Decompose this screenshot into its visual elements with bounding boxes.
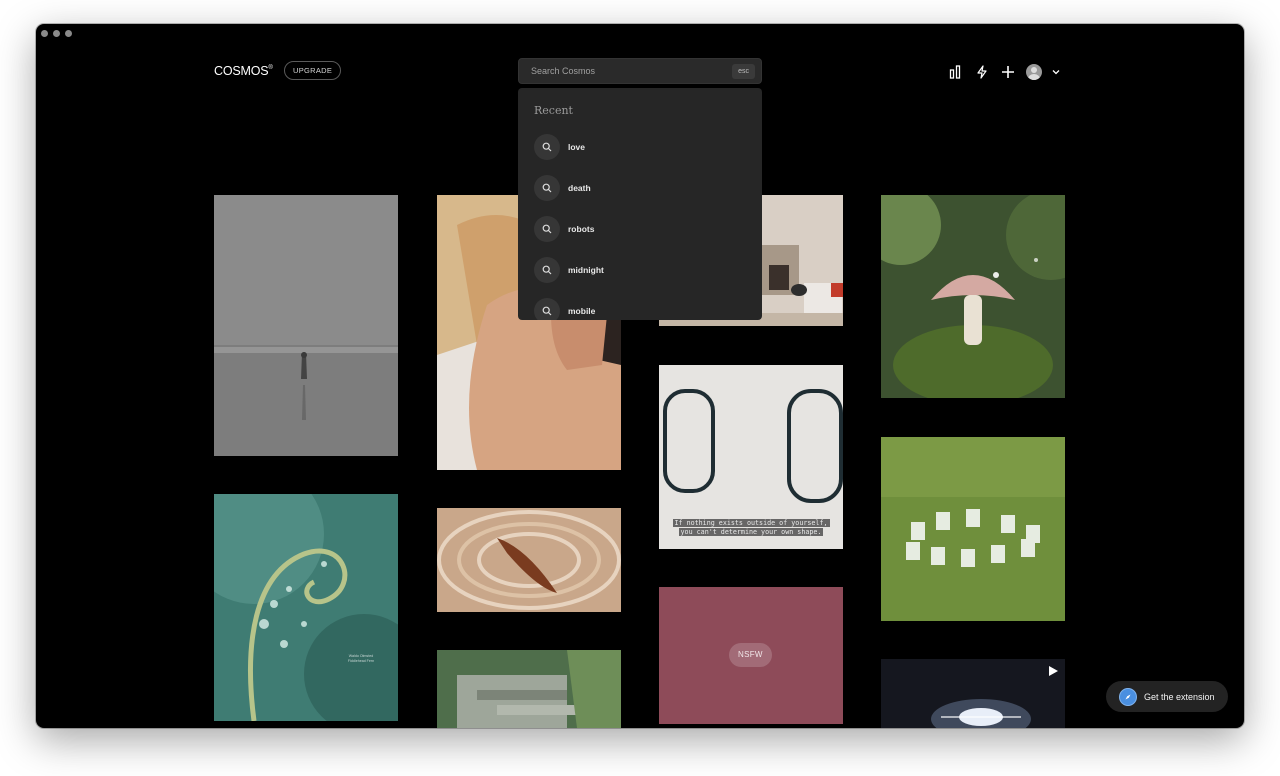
recent-title: Recent — [534, 104, 573, 117]
recent-item-death[interactable]: death — [534, 175, 604, 201]
upgrade-button[interactable]: UPGRADE — [284, 61, 342, 80]
search-icon — [534, 298, 560, 320]
play-icon[interactable] — [1047, 665, 1059, 677]
recent-item-midnight[interactable]: midnight — [534, 257, 604, 283]
image-tile-wood-grain[interactable] — [437, 508, 621, 612]
zoom-dot[interactable] — [65, 30, 72, 37]
image-tile-fern-droplets[interactable]: Waldo Olmsted Fiddlehead Fern — [214, 494, 398, 721]
search-icon — [534, 175, 560, 201]
fern-caption: Waldo Olmsted Fiddlehead Fern — [347, 654, 375, 663]
compass-icon — [1119, 687, 1137, 706]
app-window: COSMOS® UPGRADE Search Cosmos esc Waldo … — [36, 24, 1244, 728]
avatar[interactable] — [1026, 64, 1042, 80]
image-tile-chairs-field[interactable] — [881, 437, 1065, 621]
chart-bars-icon[interactable] — [946, 62, 966, 82]
window-controls — [41, 30, 72, 37]
image-tile-quote-card[interactable]: If nothing exists outside of yourself, y… — [659, 365, 843, 549]
recent-item-label: love — [568, 142, 586, 152]
plus-icon[interactable] — [998, 62, 1018, 82]
minimize-dot[interactable] — [53, 30, 60, 37]
get-extension-label: Get the extension — [1144, 691, 1215, 702]
recent-item-robots[interactable]: robots — [534, 216, 604, 242]
search-icon — [534, 257, 560, 283]
image-tile-mushroom[interactable] — [881, 195, 1065, 398]
search-input[interactable]: Search Cosmos — [531, 66, 595, 76]
top-nav-icons — [946, 62, 1072, 82]
search-icon — [534, 134, 560, 160]
recent-item-mobile[interactable]: mobile — [534, 298, 604, 320]
search-icon — [534, 216, 560, 242]
lightning-icon[interactable] — [972, 62, 992, 82]
recent-item-label: midnight — [568, 265, 604, 275]
cosmos-logo[interactable]: COSMOS® — [214, 64, 273, 78]
image-tile-nsfw[interactable]: NSFW — [659, 587, 843, 724]
nsfw-badge[interactable]: NSFW — [729, 643, 772, 667]
image-tile-foggy-beach[interactable] — [214, 195, 398, 456]
chevron-down-icon[interactable] — [1046, 62, 1066, 82]
esc-key-badge[interactable]: esc — [732, 64, 755, 79]
quote-caption: If nothing exists outside of yourself, y… — [672, 519, 830, 536]
recent-item-love[interactable]: love — [534, 134, 604, 160]
image-tile-stone-fountain[interactable] — [437, 650, 621, 728]
get-extension-button[interactable]: Get the extension — [1106, 681, 1228, 712]
image-tile-lens-flare[interactable] — [881, 659, 1065, 728]
recent-list: love death robots midnight mobile — [534, 134, 604, 320]
recent-item-label: robots — [568, 224, 595, 234]
search-bar[interactable]: Search Cosmos esc — [518, 58, 762, 84]
close-dot[interactable] — [41, 30, 48, 37]
recent-item-label: death — [568, 183, 591, 193]
recent-searches-dropdown: Recent love death robots midnight mobile — [518, 88, 762, 320]
recent-item-label: mobile — [568, 306, 596, 316]
